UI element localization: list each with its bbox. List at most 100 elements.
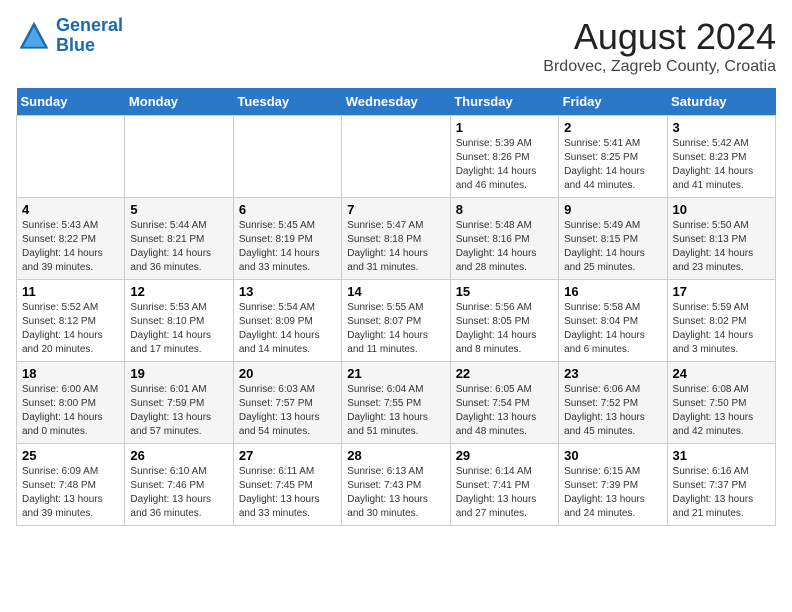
day-number: 30 [564, 448, 661, 463]
day-info: Sunrise: 5:39 AM Sunset: 8:26 PM Dayligh… [456, 137, 553, 193]
day-number: 5 [130, 202, 227, 217]
calendar-cell: 13Sunrise: 5:54 AM Sunset: 8:09 PM Dayli… [233, 280, 341, 362]
weekday-header: Tuesday [233, 88, 341, 116]
calendar-cell: 24 Sunrise: 6:08 AM Sunset: 7:50 PM Dayli… [667, 362, 775, 444]
day-info: Sunrise: 5:54 AM Sunset: 8:09 PM Dayligh… [239, 301, 336, 357]
day-number: 31 [673, 448, 770, 463]
day-number: 22 [456, 366, 553, 381]
day-info: Sunrise: 5:59 AM Sunset: 8:02 PM Dayligh… [673, 301, 770, 357]
day-info: Sunrise: 6:11 AM Sunset: 7:45 PM Dayligh… [239, 465, 336, 521]
calendar-cell: 29Sunrise: 6:14 AM Sunset: 7:41 PM Dayli… [450, 444, 558, 526]
day-number: 3 [673, 120, 770, 135]
weekday-header: Thursday [450, 88, 558, 116]
day-info: Sunrise: 5:49 AM Sunset: 8:15 PM Dayligh… [564, 219, 661, 275]
day-info: Sunrise: 5:56 AM Sunset: 8:05 PM Dayligh… [456, 301, 553, 357]
calendar-table: SundayMondayTuesdayWednesdayThursdayFrid… [16, 88, 776, 526]
day-number: 21 [347, 366, 444, 381]
calendar-cell: 25 Sunrise: 6:09 AM Sunset: 7:48 PM Dayli… [17, 444, 125, 526]
day-number: 26 [130, 448, 227, 463]
calendar-cell: 10Sunrise: 5:50 AM Sunset: 8:13 PM Dayli… [667, 198, 775, 280]
calendar-cell: 20Sunrise: 6:03 AM Sunset: 7:57 PM Dayli… [233, 362, 341, 444]
month-title: August 2024 [543, 16, 776, 58]
calendar-cell: 19Sunrise: 6:01 AM Sunset: 7:59 PM Dayli… [125, 362, 233, 444]
day-number: 7 [347, 202, 444, 217]
day-info: Sunrise: 6:05 AM Sunset: 7:54 PM Dayligh… [456, 383, 553, 439]
day-number: 9 [564, 202, 661, 217]
day-info: Sunrise: 5:44 AM Sunset: 8:21 PM Dayligh… [130, 219, 227, 275]
calendar-cell: 31 Sunrise: 6:16 AM Sunset: 7:37 PM Dayli… [667, 444, 775, 526]
calendar-cell: 7Sunrise: 5:47 AM Sunset: 8:18 PM Daylig… [342, 198, 450, 280]
day-number: 23 [564, 366, 661, 381]
day-number: 1 [456, 120, 553, 135]
day-info: Sunrise: 6:15 AM Sunset: 7:39 PM Dayligh… [564, 465, 661, 521]
calendar-cell: 12 Sunrise: 5:53 AM Sunset: 8:10 PM Dayli… [125, 280, 233, 362]
calendar-cell: 14 Sunrise: 5:55 AM Sunset: 8:07 PM Dayli… [342, 280, 450, 362]
day-number: 4 [22, 202, 119, 217]
day-info: Sunrise: 6:14 AM Sunset: 7:41 PM Dayligh… [456, 465, 553, 521]
calendar-cell: 8Sunrise: 5:48 AM Sunset: 8:16 PM Daylig… [450, 198, 558, 280]
calendar-week-row: 25 Sunrise: 6:09 AM Sunset: 7:48 PM Dayli… [17, 444, 776, 526]
day-info: Sunrise: 5:52 AM Sunset: 8:12 PM Dayligh… [22, 301, 119, 357]
calendar-week-row: 4 Sunrise: 5:43 AM Sunset: 8:22 PM Daylig… [17, 198, 776, 280]
calendar-cell: 9 Sunrise: 5:49 AM Sunset: 8:15 PM Daylig… [559, 198, 667, 280]
day-info: Sunrise: 5:43 AM Sunset: 8:22 PM Dayligh… [22, 219, 119, 275]
logo-icon [16, 18, 52, 54]
calendar-cell: 1 Sunrise: 5:39 AM Sunset: 8:26 PM Daylig… [450, 116, 558, 198]
day-info: Sunrise: 6:06 AM Sunset: 7:52 PM Dayligh… [564, 383, 661, 439]
calendar-cell: 4 Sunrise: 5:43 AM Sunset: 8:22 PM Daylig… [17, 198, 125, 280]
title-block: August 2024 Brdovec, Zagreb County, Croa… [543, 16, 776, 76]
day-info: Sunrise: 6:08 AM Sunset: 7:50 PM Dayligh… [673, 383, 770, 439]
day-info: Sunrise: 5:50 AM Sunset: 8:13 PM Dayligh… [673, 219, 770, 275]
calendar-cell [17, 116, 125, 198]
day-number: 27 [239, 448, 336, 463]
day-number: 11 [22, 284, 119, 299]
day-number: 15 [456, 284, 553, 299]
day-info: Sunrise: 6:04 AM Sunset: 7:55 PM Dayligh… [347, 383, 444, 439]
day-number: 16 [564, 284, 661, 299]
calendar-cell: 21 Sunrise: 6:04 AM Sunset: 7:55 PM Dayli… [342, 362, 450, 444]
weekday-header-row: SundayMondayTuesdayWednesdayThursdayFrid… [17, 88, 776, 116]
calendar-cell [342, 116, 450, 198]
day-number: 25 [22, 448, 119, 463]
day-info: Sunrise: 6:10 AM Sunset: 7:46 PM Dayligh… [130, 465, 227, 521]
day-info: Sunrise: 5:45 AM Sunset: 8:19 PM Dayligh… [239, 219, 336, 275]
calendar-cell [125, 116, 233, 198]
day-number: 6 [239, 202, 336, 217]
weekday-header: Sunday [17, 88, 125, 116]
weekday-header: Saturday [667, 88, 775, 116]
day-number: 24 [673, 366, 770, 381]
calendar-cell [233, 116, 341, 198]
day-info: Sunrise: 6:09 AM Sunset: 7:48 PM Dayligh… [22, 465, 119, 521]
day-info: Sunrise: 6:00 AM Sunset: 8:00 PM Dayligh… [22, 383, 119, 439]
day-number: 20 [239, 366, 336, 381]
calendar-week-row: 11 Sunrise: 5:52 AM Sunset: 8:12 PM Dayli… [17, 280, 776, 362]
calendar-cell: 2Sunrise: 5:41 AM Sunset: 8:25 PM Daylig… [559, 116, 667, 198]
calendar-cell: 26 Sunrise: 6:10 AM Sunset: 7:46 PM Dayli… [125, 444, 233, 526]
calendar-cell: 6 Sunrise: 5:45 AM Sunset: 8:19 PM Daylig… [233, 198, 341, 280]
day-info: Sunrise: 6:13 AM Sunset: 7:43 PM Dayligh… [347, 465, 444, 521]
day-number: 19 [130, 366, 227, 381]
day-number: 17 [673, 284, 770, 299]
day-number: 12 [130, 284, 227, 299]
day-info: Sunrise: 5:53 AM Sunset: 8:10 PM Dayligh… [130, 301, 227, 357]
calendar-cell: 15 Sunrise: 5:56 AM Sunset: 8:05 PM Dayli… [450, 280, 558, 362]
calendar-cell: 3 Sunrise: 5:42 AM Sunset: 8:23 PM Daylig… [667, 116, 775, 198]
calendar-cell: 22 Sunrise: 6:05 AM Sunset: 7:54 PM Dayli… [450, 362, 558, 444]
calendar-cell: 17 Sunrise: 5:59 AM Sunset: 8:02 PM Dayli… [667, 280, 775, 362]
calendar-cell: 27 Sunrise: 6:11 AM Sunset: 7:45 PM Dayli… [233, 444, 341, 526]
day-info: Sunrise: 5:58 AM Sunset: 8:04 PM Dayligh… [564, 301, 661, 357]
weekday-header: Monday [125, 88, 233, 116]
day-info: Sunrise: 6:16 AM Sunset: 7:37 PM Dayligh… [673, 465, 770, 521]
calendar-cell: 11 Sunrise: 5:52 AM Sunset: 8:12 PM Dayli… [17, 280, 125, 362]
location: Brdovec, Zagreb County, Croatia [543, 58, 776, 76]
day-info: Sunrise: 5:55 AM Sunset: 8:07 PM Dayligh… [347, 301, 444, 357]
calendar-cell: 5 Sunrise: 5:44 AM Sunset: 8:21 PM Daylig… [125, 198, 233, 280]
weekday-header: Friday [559, 88, 667, 116]
day-info: Sunrise: 5:41 AM Sunset: 8:25 PM Dayligh… [564, 137, 661, 193]
day-info: Sunrise: 5:42 AM Sunset: 8:23 PM Dayligh… [673, 137, 770, 193]
day-info: Sunrise: 5:48 AM Sunset: 8:16 PM Dayligh… [456, 219, 553, 275]
day-number: 14 [347, 284, 444, 299]
logo-text: General Blue [56, 16, 123, 56]
logo: General Blue [16, 16, 123, 56]
page-header: General Blue August 2024 Brdovec, Zagreb… [16, 16, 776, 76]
